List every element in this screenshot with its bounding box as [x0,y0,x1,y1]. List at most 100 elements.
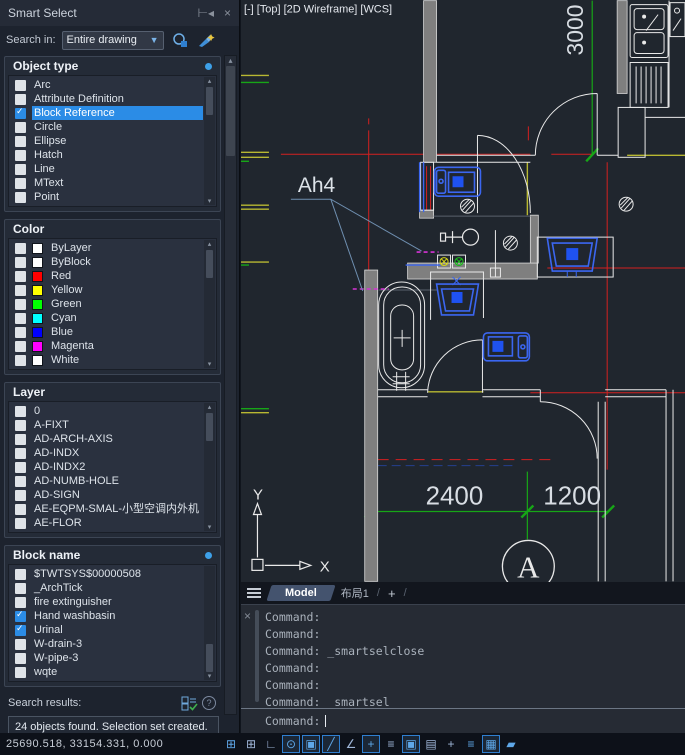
list-item-selected[interactable]: Block Reference [11,106,203,120]
new-layout-button[interactable]: + [388,586,396,601]
list-item[interactable]: AD-SIGN [11,488,203,502]
checkbox[interactable] [15,667,26,678]
tab-model[interactable]: Model [266,585,335,601]
selection-settings-icon[interactable] [179,694,199,712]
checkbox[interactable] [15,434,26,445]
dynamic-input-icon[interactable]: + [362,735,380,753]
checkbox-checked[interactable] [15,108,26,119]
list-item[interactable]: Arc [11,78,203,92]
checkbox[interactable] [15,406,26,417]
checkbox[interactable] [15,136,26,147]
list-item[interactable]: AD-NUMB-HOLE [11,474,203,488]
list-item[interactable]: Red [11,269,203,283]
checkbox[interactable] [15,420,26,431]
list-item[interactable]: Line [11,162,203,176]
checkbox[interactable] [15,653,26,664]
checkbox[interactable] [15,150,26,161]
checkbox[interactable] [15,569,26,580]
drawing-viewport[interactable]: Ah4 3000 2400 1200 A Y [241,0,685,582]
select-objects-icon[interactable] [170,31,190,49]
list-scrollbar[interactable]: ▴▾ [204,240,215,368]
list-item[interactable]: Green [11,297,203,311]
list-item[interactable]: Urinal [11,623,203,637]
polar-tracking-icon[interactable]: ⊙ [282,735,300,753]
palette-scrollbar[interactable]: ▴ [224,55,237,715]
snap-tracking-icon[interactable]: ∠ [342,735,360,753]
checkbox[interactable] [15,122,26,133]
command-input[interactable]: Command: [265,712,326,730]
list-item[interactable]: wqte [11,665,203,679]
list-item[interactable]: Hand washbasin [11,609,203,623]
list-item[interactable]: Ellipse [11,134,203,148]
selection-cycling-icon[interactable]: ▣ [402,735,420,753]
list-item[interactable]: _ArchTick [11,581,203,595]
command-close-icon[interactable]: × [244,609,251,623]
checkbox[interactable] [15,271,26,282]
list-item[interactable]: Attribute Definition [11,92,203,106]
list-item[interactable]: $TWTSYS$00000508 [11,567,203,581]
search-scope-dropdown[interactable]: Entire drawing ▼ [62,31,164,50]
checkbox[interactable] [15,164,26,175]
list-item[interactable]: AD-ARCH-AXIS [11,432,203,446]
properties-list-icon[interactable]: ▤ [422,735,440,753]
dock-pin-icon[interactable]: ⊢◂ [198,6,214,20]
checkbox-checked[interactable] [15,625,26,636]
list-item[interactable]: AD-INDX2 [11,460,203,474]
command-window[interactable]: × Command: Command: Command: _smartselcl… [241,604,685,733]
quick-properties-icon[interactable]: + [442,735,460,753]
list-item[interactable]: MText [11,176,203,190]
viewport-controls-label[interactable]: [-] [Top] [2D Wireframe] [WCS] [244,4,392,16]
checkbox[interactable] [15,80,26,91]
checkbox[interactable] [15,192,26,203]
lineweight-display-icon[interactable]: ≡ [382,735,400,753]
clear-filter-brush-icon[interactable] [196,31,216,49]
checkbox[interactable] [15,355,26,366]
list-item[interactable]: 0 [11,404,203,418]
checkbox-checked[interactable] [15,611,26,622]
checkbox[interactable] [15,243,26,254]
list-item[interactable]: Circle [11,120,203,134]
list-item[interactable]: Yellow [11,283,203,297]
list-item[interactable]: AD-INDX [11,446,203,460]
checkbox[interactable] [15,448,26,459]
list-item[interactable]: Point [11,190,203,204]
checkbox[interactable] [15,178,26,189]
list-scrollbar[interactable]: ▾ [204,566,215,680]
checkbox[interactable] [15,597,26,608]
object-snap-icon[interactable]: ▣ [302,735,320,753]
list-scrollbar[interactable]: ▴▾ [204,403,215,531]
list-item[interactable]: ByLayer [11,241,203,255]
checkbox[interactable] [15,285,26,296]
checkbox[interactable] [15,504,26,515]
checkbox[interactable] [15,639,26,650]
list-item[interactable]: A-FIXT [11,418,203,432]
polar-snap-icon[interactable]: ╱ [322,735,340,753]
checkbox[interactable] [15,257,26,268]
checkbox[interactable] [15,583,26,594]
help-icon[interactable]: ? [199,694,219,712]
list-item[interactable]: W-drain-3 [11,637,203,651]
grid-settings-icon[interactable]: ⊞ [222,735,240,753]
list-item[interactable]: W-pipe-3 [11,651,203,665]
checkbox[interactable] [15,313,26,324]
checkbox[interactable] [15,94,26,105]
list-item[interactable]: ByBlock [11,255,203,269]
palette-close-icon[interactable]: × [224,6,231,20]
list-item[interactable]: fire extinguisher [11,595,203,609]
annotation-scale-icon[interactable]: ≡ [462,735,480,753]
tab-layout1[interactable]: 布局1 [341,585,369,601]
grid-display-icon[interactable]: ⊞ [242,735,260,753]
list-item[interactable]: Magenta [11,339,203,353]
checkbox[interactable] [15,327,26,338]
list-item[interactable]: White [11,353,203,367]
list-item[interactable]: Hatch [11,148,203,162]
layout-menu-icon[interactable] [247,586,261,600]
checkbox[interactable] [15,476,26,487]
command-scrollbar[interactable] [255,610,259,702]
checkbox[interactable] [15,299,26,310]
annotation-monitor-icon[interactable]: ▰ [502,735,520,753]
checkbox[interactable] [15,490,26,501]
ortho-mode-icon[interactable]: ∟ [262,735,280,753]
checkbox[interactable] [15,341,26,352]
list-item[interactable]: AE-FLOR [11,516,203,530]
